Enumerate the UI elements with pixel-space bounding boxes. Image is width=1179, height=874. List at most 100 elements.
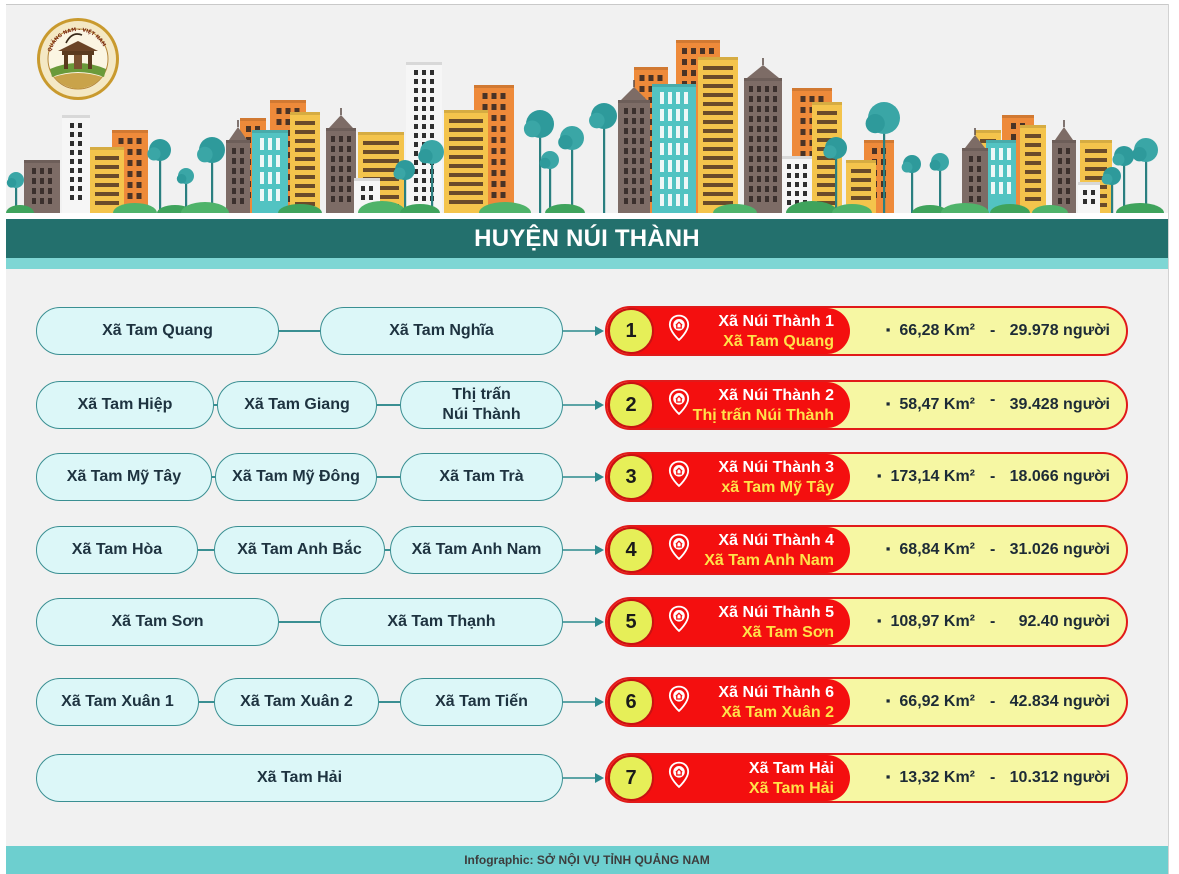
administrative-center-name: Xã Tam Sơn	[742, 624, 834, 641]
number-badge: 1	[608, 308, 654, 354]
building	[652, 84, 696, 213]
source-commune-pill: Xã Tam Hải	[36, 754, 563, 802]
arrow-right-icon	[563, 617, 604, 627]
new-commune-box: 7 Xã Tam Hải Xã Tam Hải ▪ 13,32 Km² - 10.…	[605, 753, 1128, 803]
population-value: 31.026 người	[1009, 541, 1110, 558]
new-commune-box: 5 Xã Núi Thành 5 Xã Tam Sơn ▪ 108,97 Km² …	[605, 597, 1128, 647]
tree	[1132, 138, 1158, 213]
bullet-icon: ▪	[885, 322, 891, 337]
area-value: ▪ 173,14 Km²	[877, 454, 975, 500]
administrative-center-name: xã Tam Mỹ Tây	[721, 479, 834, 496]
source-commune-pill: Xã Tam Nghĩa	[320, 307, 563, 355]
number-badge: 7	[608, 755, 654, 801]
source-commune-pill: Xã Tam Mỹ Tây	[36, 453, 212, 501]
separator: -	[990, 322, 996, 339]
arrow-right-icon	[563, 773, 604, 783]
area-text: 13,32 Km²	[899, 769, 975, 786]
tree	[589, 103, 617, 213]
infographic-page: QUẢNG NAM - VIỆT NAM HUYỆN NÚI THÀNH Xã …	[0, 0, 1179, 874]
province-logo: QUẢNG NAM - VIỆT NAM	[37, 18, 119, 100]
merge-row-2: Xã Tam Hiệp Xã Tam Giang Thị trấn Núi Th…	[0, 380, 1179, 430]
arrow-right-icon	[563, 472, 604, 482]
connector-line	[279, 621, 320, 623]
administrative-center-name: Xã Tam Anh Nam	[704, 552, 834, 569]
tree	[558, 126, 584, 213]
bullet-icon: ▪	[876, 468, 882, 483]
bullet-icon: ▪	[885, 396, 891, 411]
new-commune-box: 4 Xã Núi Thành 4 Xã Tam Anh Nam ▪ 68,84 K…	[605, 525, 1128, 575]
new-commune-names: Xã Núi Thành 2 Thị trấn Núi Thành	[693, 386, 834, 426]
area-text: 108,97 Km²	[890, 613, 976, 630]
building	[698, 57, 738, 213]
title-accent-strip	[6, 258, 1168, 269]
merge-row-6: Xã Tam Xuân 1 Xã Tam Xuân 2 Xã Tam Tiến …	[0, 677, 1179, 727]
bullet-icon: ▪	[885, 541, 891, 556]
separator: -	[990, 468, 996, 485]
location-pin-icon	[668, 314, 690, 342]
bullet-icon: ▪	[885, 693, 891, 708]
new-commune-name: Xã Núi Thành 4	[718, 532, 834, 549]
merge-row-1: Xã Tam Quang Xã Tam Nghĩa 1 Xã Núi Thành…	[0, 306, 1179, 356]
tree	[197, 137, 225, 213]
building	[1020, 125, 1046, 213]
number-badge: 3	[608, 454, 654, 500]
separator: -	[990, 391, 996, 408]
building	[406, 62, 442, 213]
new-commune-name: Xã Tam Hải	[748, 760, 834, 777]
area-value: ▪ 66,28 Km²	[886, 308, 975, 354]
population-value: 29.978 người	[1009, 322, 1110, 339]
connector-line	[377, 404, 400, 406]
source-commune-pill: Xã Tam Quang	[36, 307, 279, 355]
city-skyline-illustration	[6, 40, 1168, 219]
number-badge: 5	[608, 599, 654, 645]
source-commune-pill: Xã Tam Mỹ Đông	[215, 453, 377, 501]
source-commune-pill: Xã Tam Hòa	[36, 526, 198, 574]
source-commune-pill: Xã Tam Thạnh	[320, 598, 563, 646]
building	[986, 140, 1016, 213]
arrow-right-icon	[563, 400, 604, 410]
area-value: ▪ 66,92 Km²	[886, 679, 975, 725]
area-text: 58,47 Km²	[899, 396, 975, 413]
number-badge: 6	[608, 679, 654, 725]
source-commune-pill: Xã Tam Xuân 1	[36, 678, 199, 726]
area-text: 173,14 Km²	[890, 468, 976, 485]
building	[326, 108, 356, 213]
source-commune-pill: Xã Tam Tiến	[400, 678, 563, 726]
tree	[929, 153, 949, 213]
connector-line	[379, 701, 400, 703]
administrative-center-name: Xã Tam Quang	[723, 333, 834, 350]
population-value: 42.834 người	[1009, 693, 1110, 710]
connector-line	[199, 701, 214, 703]
source-commune-pill: Xã Tam Xuân 2	[214, 678, 379, 726]
population-value: 39.428 người	[1009, 396, 1110, 413]
separator: -	[990, 541, 996, 558]
new-commune-names: Xã Núi Thành 4 Xã Tam Anh Nam	[704, 531, 834, 571]
tree	[147, 139, 171, 213]
location-pin-icon	[668, 685, 690, 713]
new-commune-name: Xã Núi Thành 1	[718, 313, 834, 330]
source-commune-pill: Xã Tam Hiệp	[36, 381, 214, 429]
number-badge: 2	[608, 382, 654, 428]
area-value: ▪ 58,47 Km²	[886, 382, 975, 428]
merge-row-5: Xã Tam Sơn Xã Tam Thạnh 5 Xã Núi Thành 5…	[0, 597, 1179, 647]
area-text: 66,28 Km²	[899, 322, 975, 339]
building	[744, 58, 782, 213]
location-pin-icon	[668, 533, 690, 561]
building	[1078, 182, 1100, 213]
building	[1052, 120, 1076, 213]
source-commune-pill: Xã Tam Sơn	[36, 598, 279, 646]
population-value: 92.40 người	[1018, 613, 1110, 630]
new-commune-name-panel: 6 Xã Núi Thành 6 Xã Tam Xuân 2	[607, 679, 850, 725]
area-value: ▪ 13,32 Km²	[886, 755, 975, 801]
administrative-center-name: Xã Tam Hải	[748, 780, 834, 797]
building	[24, 160, 60, 213]
merge-row-3: Xã Tam Mỹ Tây Xã Tam Mỹ Đông Xã Tam Trà …	[0, 452, 1179, 502]
new-commune-box: 2 Xã Núi Thành 2 Thị trấn Núi Thành ▪ 58,…	[605, 380, 1128, 430]
area-value: ▪ 108,97 Km²	[877, 599, 975, 645]
new-commune-name-panel: 1 Xã Núi Thành 1 Xã Tam Quang	[607, 308, 850, 354]
new-commune-names: Xã Núi Thành 5 Xã Tam Sơn	[718, 603, 834, 643]
new-commune-names: Xã Tam Hải Xã Tam Hải	[749, 759, 834, 799]
separator: -	[990, 613, 996, 630]
new-commune-name: Xã Núi Thành 3	[718, 459, 834, 476]
building	[252, 130, 288, 213]
